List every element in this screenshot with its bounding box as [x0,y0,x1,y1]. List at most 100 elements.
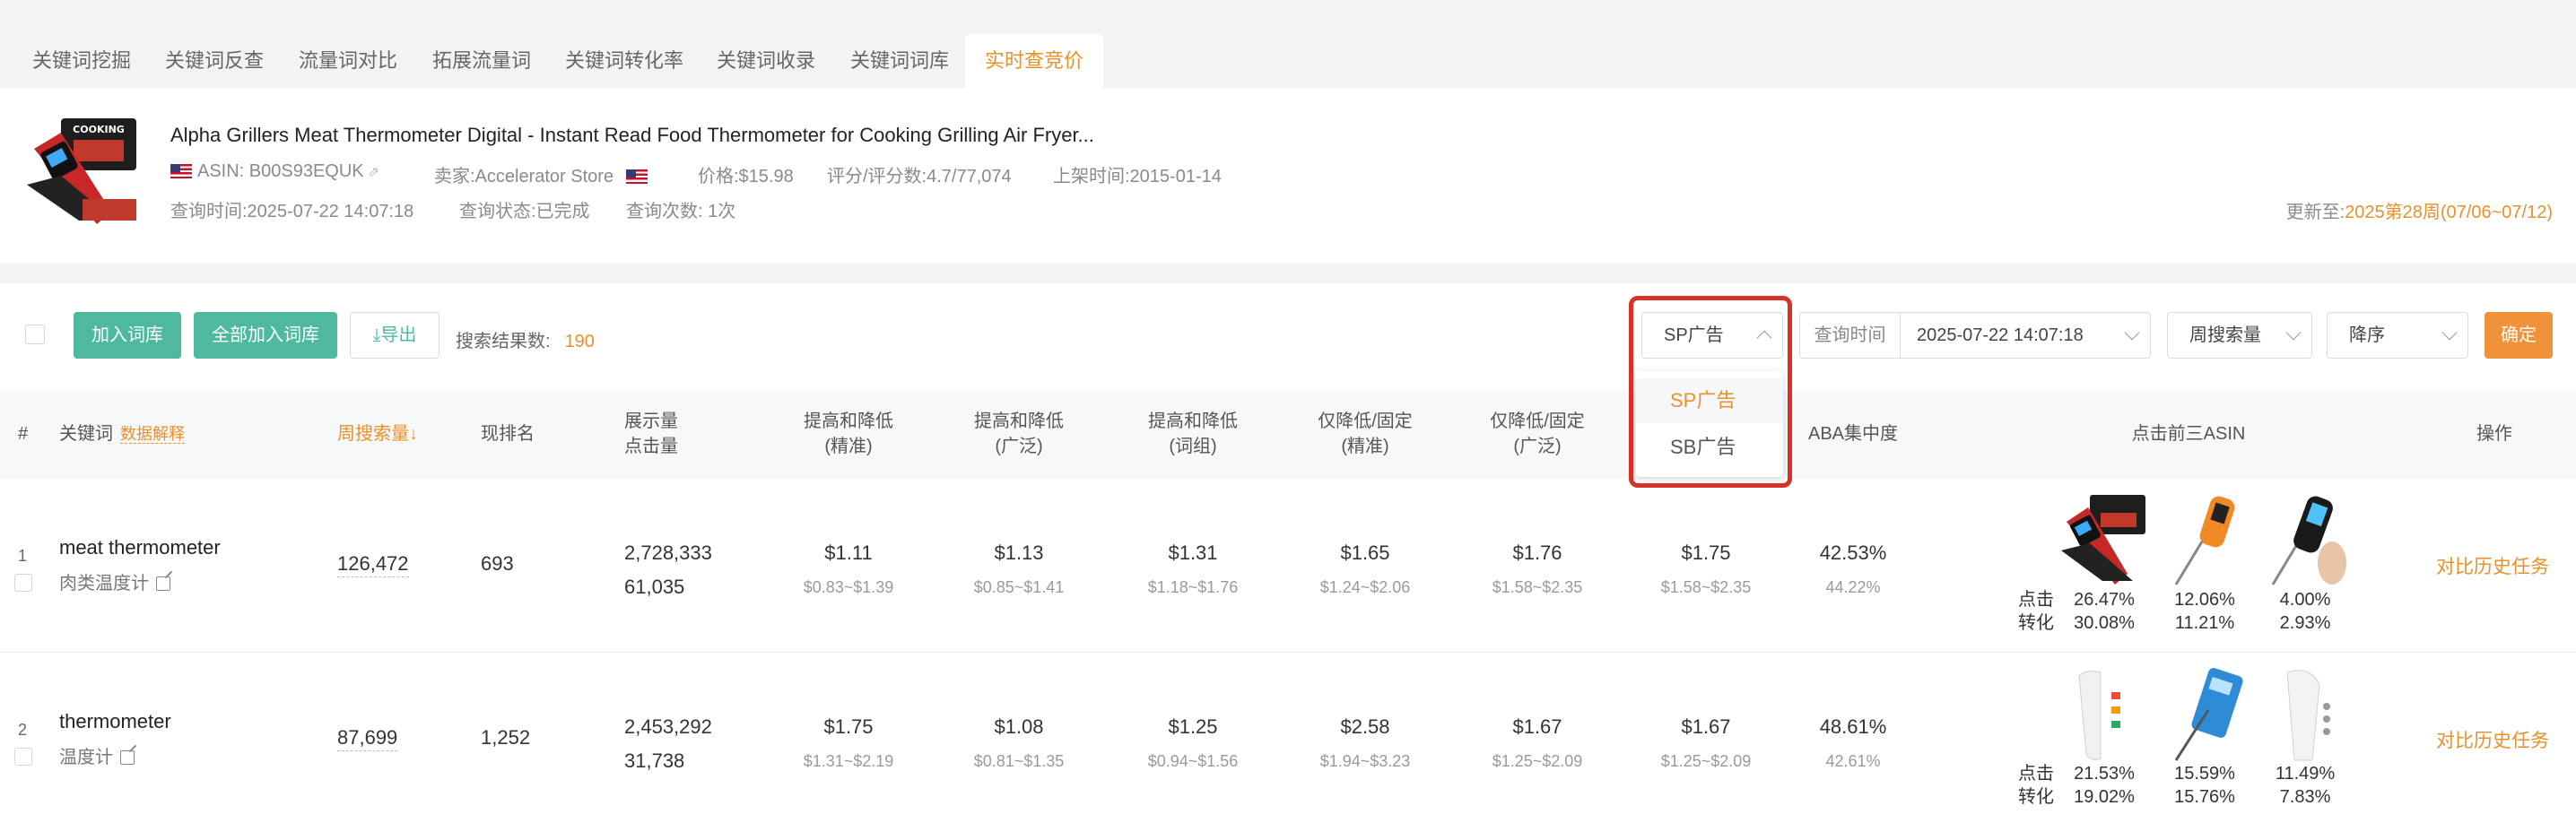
col-action: 操作 [2476,424,2512,444]
col-impressions[interactable]: 展示量 点击量 [624,409,678,459]
query-time-label: 查询时间 [1799,312,1900,359]
query-time-select[interactable]: 2025-07-22 14:07:18 [1900,312,2151,359]
tab-conversion-rate[interactable]: 关键词转化率 [565,34,683,88]
external-link-icon[interactable]: ⇗ [368,163,379,181]
col-keyword: 关键词 数据解释 [59,424,185,444]
listed-date-text: 上架时间:2015-01-14 [1053,167,1222,186]
row-checkbox[interactable] [14,574,32,592]
fixed-broad-cell: $1.67 $1.25~$2.09 [1492,715,1583,770]
tab-realtime-bid[interactable]: 实时查竞价 [965,34,1104,88]
conversion-label: 转化 [2018,613,2054,633]
bid-broad-cell: $1.08 $0.81~$1.35 [973,715,1065,770]
asin-rate: 21.53% 19.02% [2074,764,2135,807]
asin-thumbnail[interactable] [2260,665,2350,764]
fixed-exact-cell: $1.65 $1.24~$2.06 [1319,541,1411,596]
bid-broad-cell: $1.13 $0.85~$1.41 [973,541,1065,596]
price-text: 价格:$15.98 [698,167,794,186]
row-index: 1 [18,547,28,565]
asin-rate: 12.06% 11.21% [2174,590,2235,633]
tab-keyword-index[interactable]: 关键词收录 [717,34,815,88]
tab-bar: 关键词挖掘 关键词反查 流量词对比 拓展流量词 关键词转化率 关键词收录 关键词… [0,0,2576,88]
table-row: 1 meat thermometer 肉类温度计 126,472 693 2,7… [0,479,2576,653]
asin-thumbnail[interactable] [2160,665,2250,764]
table-row: 2 thermometer 温度计 87,699 1,252 2,453,292… [0,653,2576,823]
col-bid-broad[interactable]: 提高和降低 (广泛) [956,409,1082,459]
col-fixed-broad[interactable]: 仅降低/固定 (广泛) [1473,409,1602,459]
asin-text[interactable]: ASIN: B00S93EQUK [197,161,364,181]
rank-value: 693 [481,552,514,575]
keyword-translation: 温度计 [59,748,113,767]
keyword-text[interactable]: meat thermometer [59,536,221,559]
chevron-down-icon [2441,325,2458,341]
bid-phrase-cell: $1.31 $1.18~$1.76 [1147,541,1239,596]
bid-exact-cell: $1.11 $0.83~$1.39 [803,541,894,596]
col-weekly-search[interactable]: 周搜索量↓ [337,421,418,446]
tab-keyword-reverse[interactable]: 关键词反查 [165,34,264,88]
rank-value: 1,252 [481,726,531,749]
product-image: COOKING [25,113,142,230]
click-label: 点击 [2018,764,2054,784]
fixed-phrase-cell: $1.75 $1.58~$2.35 [1660,541,1752,596]
tab-keyword-library[interactable]: 关键词词库 [850,34,949,88]
row-checkbox[interactable] [14,748,32,766]
col-aba[interactable]: ABA集中度 [1790,421,1916,446]
seller-text: 卖家:Accelerator Store [434,167,614,186]
asin-rate: 11.49% 7.83% [2275,764,2336,807]
tab-expand-traffic[interactable]: 拓展流量词 [432,34,531,88]
aba-cell: 48.61% 42.61% [1819,715,1887,770]
keyword-text[interactable]: thermometer [59,710,171,733]
export-button[interactable]: ⤓导出 [350,312,439,359]
asin-thumbnail[interactable] [2260,491,2350,590]
asin-rate: 26.47% 30.08% [2074,590,2135,633]
add-all-to-library-button[interactable]: 全部加入词库 [194,312,337,359]
fixed-broad-cell: $1.76 $1.58~$2.35 [1492,541,1583,596]
impressions-cell: 2,453,292 31,738 [624,715,712,772]
us-flag-icon [170,164,192,178]
update-info: 更新至:2025第28周(07/06~07/12) [2285,203,2553,222]
col-bid-phrase[interactable]: 提高和降低 (词组) [1130,409,1256,459]
product-info: COOKING Alpha Grillers Meat Thermometer … [0,88,2576,264]
tab-keyword-mining[interactable]: 关键词挖掘 [32,34,131,88]
chevron-down-icon [2285,325,2302,341]
fixed-phrase-cell: $1.67 $1.25~$2.09 [1660,715,1752,770]
rating-text: 评分/评分数:4.7/77,074 [827,167,1012,186]
asin-thumbnail[interactable] [2059,491,2149,590]
chevron-down-icon [2124,325,2140,341]
weekly-search-value: 126,472 [337,552,409,577]
select-all-checkbox[interactable] [25,325,45,344]
compare-history-link[interactable]: 对比历史任务 [2436,552,2549,579]
query-count-text: 查询次数: 1次 [626,202,736,221]
result-count: 搜索结果数: 190 [456,332,595,351]
compare-history-link[interactable]: 对比历史任务 [2436,726,2549,753]
tab-traffic-compare[interactable]: 流量词对比 [299,34,397,88]
data-explain-link[interactable]: 数据解释 [120,425,185,444]
col-current-rank[interactable]: 现排名 [481,421,535,446]
aba-cell: 42.53% 44.22% [1819,541,1887,596]
us-flag-icon [625,169,648,184]
sort-field-select[interactable]: 周搜索量 [2167,312,2312,359]
query-status-text: 查询状态:已完成 [459,202,590,221]
col-top3-asin: 点击前三ASIN [2131,424,2246,444]
col-bid-exact[interactable]: 提高和降低 (精准) [786,409,911,459]
add-to-library-button[interactable]: 加入词库 [74,312,181,359]
col-number: # [18,424,29,444]
query-time-text: 查询时间:2025-07-22 14:07:18 [170,202,414,221]
product-title[interactable]: Alpha Grillers Meat Thermometer Digital … [170,124,1094,147]
impressions-cell: 2,728,333 61,035 [624,541,712,598]
weekly-search-value: 87,699 [337,726,398,751]
svg-text:COOKING: COOKING [73,124,125,135]
bid-phrase-cell: $1.25 $0.94~$1.56 [1147,715,1239,770]
edit-icon[interactable] [156,576,170,591]
asin-rate: 15.59% 15.76% [2174,764,2235,807]
asin-thumbnail[interactable] [2059,665,2149,764]
asin-thumbnail[interactable] [2160,491,2250,590]
edit-icon[interactable] [120,750,135,765]
bid-exact-cell: $1.75 $1.31~$2.19 [803,715,894,770]
conversion-label: 转化 [2018,787,2054,807]
sort-order-select[interactable]: 降序 [2327,312,2468,359]
col-fixed-exact[interactable]: 仅降低/固定 (精准) [1301,409,1430,459]
keyword-cell: meat thermometer 肉类温度计 [59,536,221,594]
keyword-cell: thermometer 温度计 [59,710,171,768]
row-index: 2 [18,721,28,739]
confirm-button[interactable]: 确定 [2485,312,2553,359]
